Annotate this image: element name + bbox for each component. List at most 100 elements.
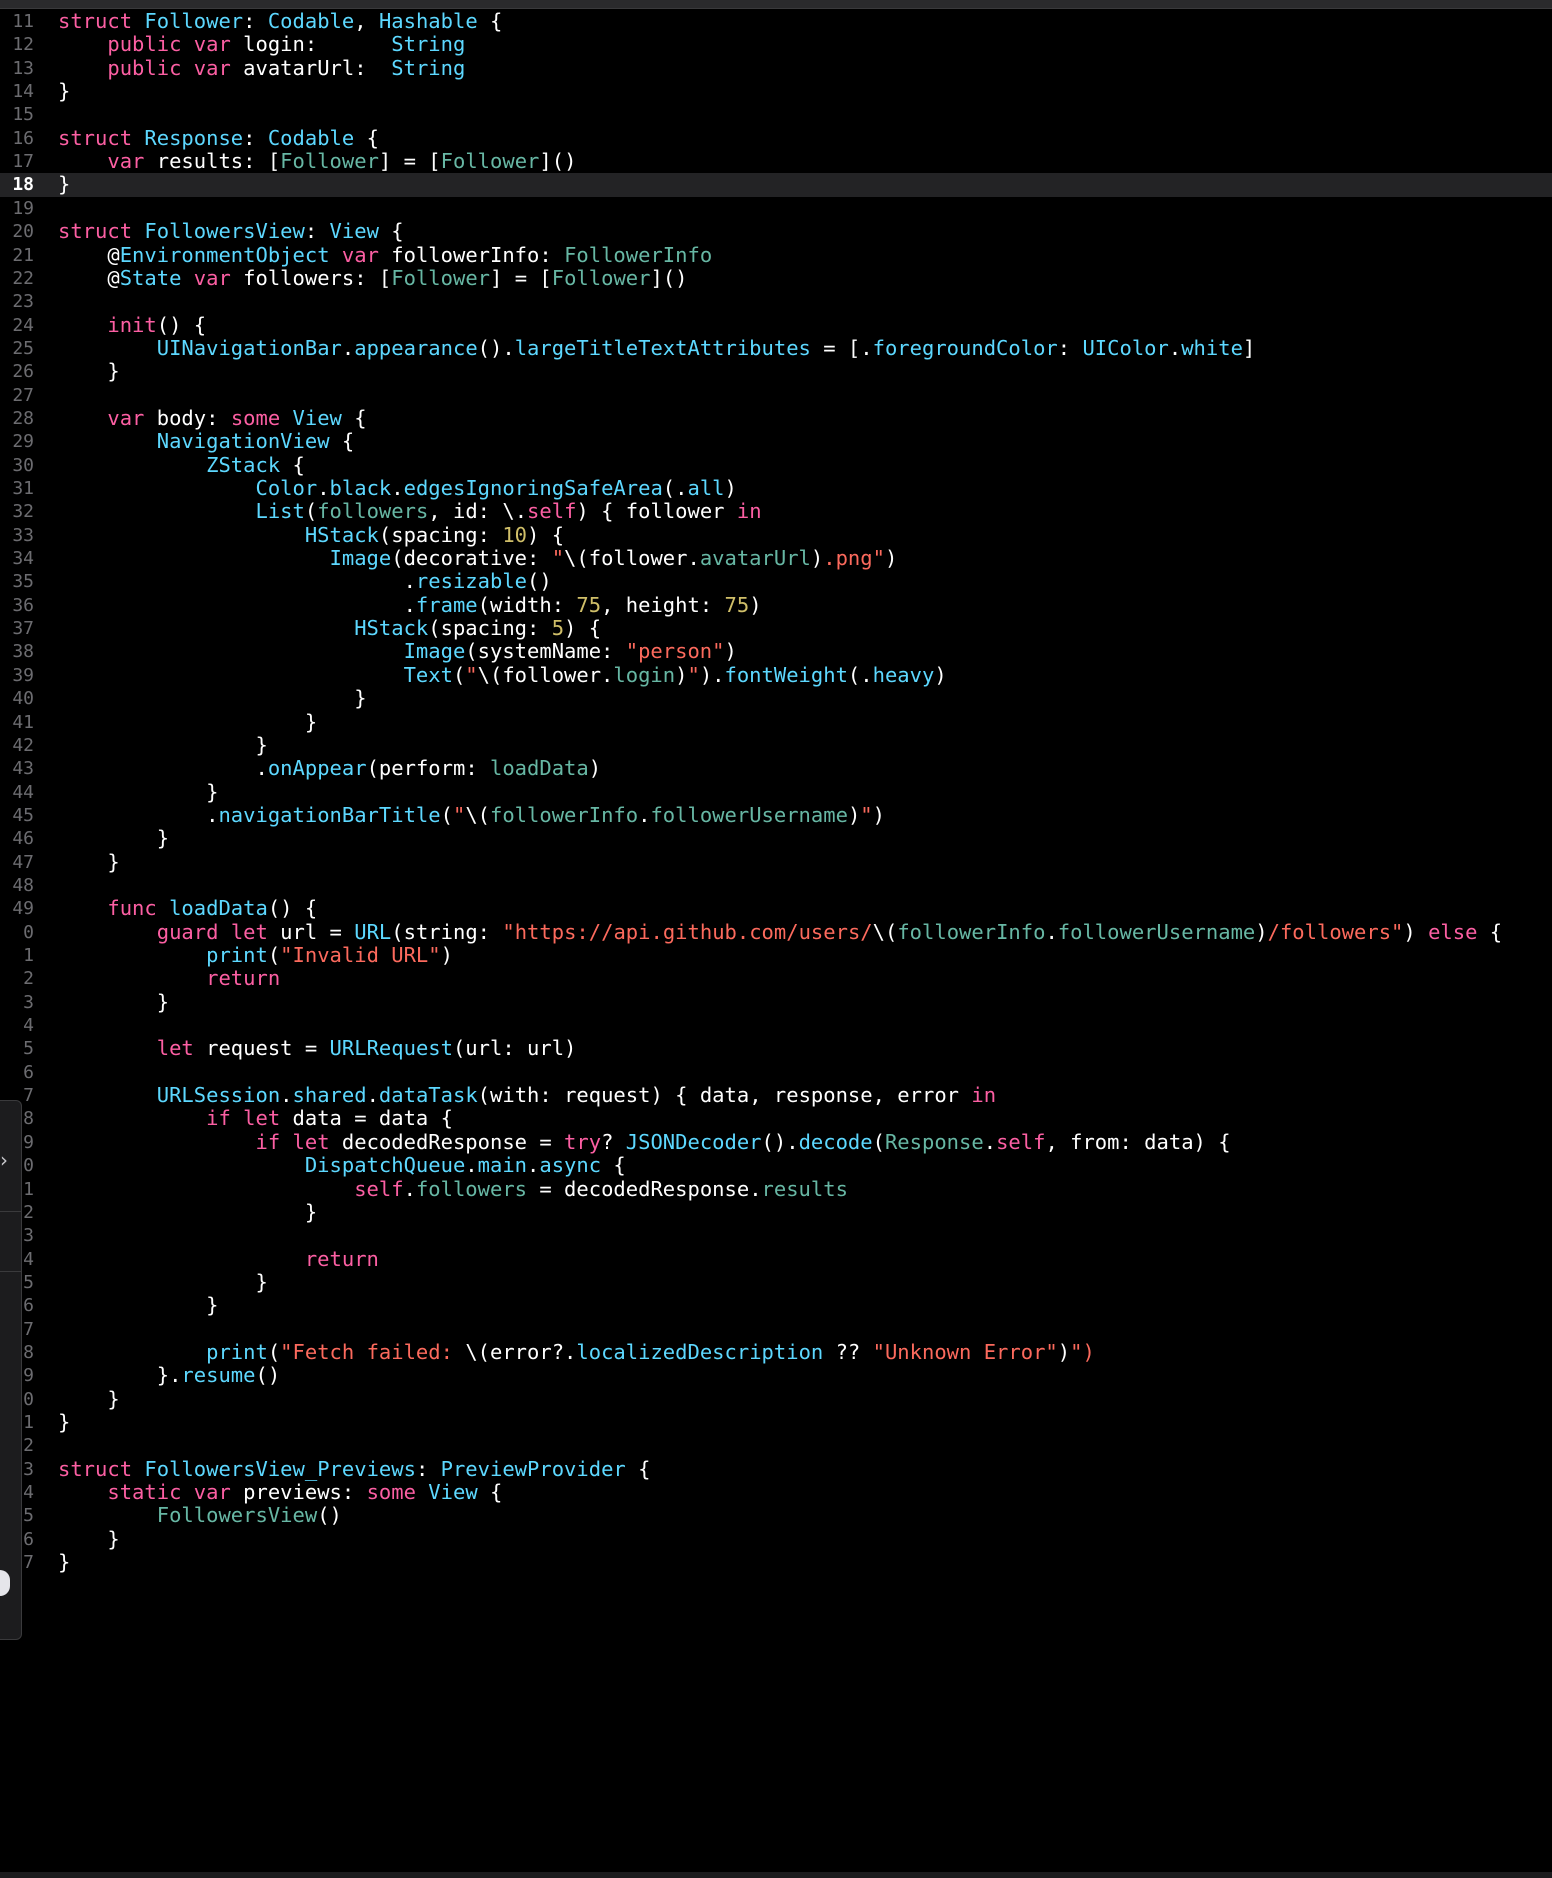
code-line[interactable]: 2 } (0, 1200, 1552, 1224)
code-line[interactable]: 9 if let decodedResponse = try? JSONDeco… (0, 1129, 1552, 1154)
code-line[interactable]: 6 } (0, 1294, 1552, 1317)
code-line[interactable]: 2 return (0, 967, 1552, 990)
code-text: } (58, 710, 317, 734)
code-line[interactable]: 42 } (0, 733, 1552, 757)
code-text: @EnvironmentObject var followerInfo: Fol… (58, 243, 712, 267)
code-line[interactable]: 25 UINavigationBar.appearance().largeTit… (0, 335, 1552, 360)
code-line[interactable]: 35 .resizable() (0, 570, 1552, 593)
code-line[interactable]: 4 (0, 1014, 1552, 1037)
code-line[interactable]: 14} (0, 79, 1552, 103)
code-line[interactable]: 27 (0, 384, 1552, 407)
code-line[interactable]: 8 print("Fetch failed: \(error?.localize… (0, 1339, 1552, 1364)
code-line[interactable]: 41 } (0, 710, 1552, 734)
code-token: data = data { (280, 1106, 453, 1131)
code-line[interactable]: 72 (0, 1434, 1552, 1457)
code-line[interactable]: 7 (0, 1318, 1552, 1341)
code-line[interactable]: 69 }.resume() (0, 1364, 1552, 1387)
code-line[interactable]: 70 } (0, 1387, 1552, 1411)
code-line[interactable]: 3 (0, 1224, 1552, 1247)
code-line[interactable]: 12 public var login: String (0, 33, 1552, 56)
code-line[interactable]: 37 HStack(spacing: 5) { (0, 616, 1552, 641)
code-line[interactable]: 21 @EnvironmentObject var followerInfo: … (0, 243, 1552, 267)
code-token: self (996, 1129, 1046, 1154)
code-token: ( (304, 499, 318, 524)
code-line[interactable]: 26 } (0, 360, 1552, 383)
code-token: else (1428, 919, 1478, 944)
code-token: ") (1070, 1339, 1095, 1364)
code-line[interactable]: 77} (0, 1550, 1552, 1575)
code-line[interactable]: 74 static var previews: some View { (0, 1480, 1552, 1504)
code-token: (url: url) (452, 1036, 577, 1061)
code-token: ( (267, 943, 281, 967)
code-line[interactable]: 36 .frame(width: 75, height: 75) (0, 593, 1552, 617)
code-line[interactable]: 34 Image(decorative: "\(follower.avatarU… (0, 546, 1552, 571)
line-number: 16 (12, 127, 34, 149)
chevron-right-icon[interactable]: › (0, 1150, 16, 1170)
code-editor[interactable]: 11 struct Follower: Codable, Hashable {12… (0, 9, 1552, 1878)
code-line[interactable]: 11 struct Follower: Codable, Hashable { (0, 9, 1552, 33)
code-line[interactable]: 75 FollowersView() (0, 1504, 1552, 1527)
code-line[interactable]: 4 return (0, 1247, 1552, 1271)
code-token: Follower (440, 149, 540, 174)
code-token: Image (329, 546, 392, 571)
code-line[interactable]: 43 .onAppear(perform: loadData) (0, 757, 1552, 780)
code-line[interactable]: 48 (0, 874, 1552, 897)
code-line[interactable]: 19 (0, 197, 1552, 220)
code-line[interactable]: 5 let request = URLRequest(url: url) (0, 1037, 1552, 1060)
code-line[interactable]: 1 self.followers = decodedResponse.resul… (0, 1177, 1552, 1201)
code-line[interactable]: 32 List(followers, id: \.self) { followe… (0, 500, 1552, 523)
code-token: let (292, 1129, 330, 1154)
navigator-collapse-handle[interactable] (0, 1100, 22, 1640)
code-token: (spacing: (428, 616, 552, 641)
code-token: , id: \. (428, 499, 528, 524)
code-line[interactable]: 46 } (0, 827, 1552, 850)
code-line[interactable]: 3 } (0, 990, 1552, 1014)
code-line[interactable]: 28 var body: some View { (0, 406, 1552, 430)
code-token: } (58, 1550, 71, 1575)
code-line[interactable]: 22 @State var followers: [Follower] = [F… (0, 266, 1552, 290)
code-line[interactable]: 1 print("Invalid URL") (0, 943, 1552, 967)
code-line[interactable]: 0 guard let url = URL(string: "https://a… (0, 919, 1552, 944)
code-line[interactable]: 47 } (0, 850, 1552, 874)
code-line[interactable]: 44 } (0, 780, 1552, 804)
code-token: ( (267, 1339, 281, 1364)
code-line[interactable]: 0 DispatchQueue.main.async { (0, 1153, 1552, 1178)
code-line[interactable]: 71} (0, 1410, 1552, 1434)
code-line[interactable]: 8 if let data = data { (0, 1107, 1552, 1130)
code-line[interactable]: 45 .navigationBarTitle("\(followerInfo.f… (0, 803, 1552, 827)
code-line[interactable]: 24 init() { (0, 313, 1552, 337)
code-line[interactable]: 15 (0, 103, 1552, 126)
code-token: . (341, 335, 355, 360)
code-line[interactable]: 39 Text("\(follower.login)").fontWeight(… (0, 662, 1552, 687)
code-token: . (527, 1153, 540, 1178)
code-line[interactable]: 38 Image(systemName: "person") (0, 640, 1552, 663)
code-line[interactable]: 7 URLSession.shared.dataTask(with: reque… (0, 1083, 1552, 1107)
code-token: 10 (502, 522, 528, 547)
line-number: 17 (12, 151, 34, 173)
code-line[interactable]: 73 struct FollowersView_Previews: Preview… (0, 1457, 1552, 1481)
code-line[interactable]: 6 (0, 1061, 1552, 1084)
code-token: ). (699, 662, 725, 687)
code-text: FollowersView() (58, 1504, 342, 1527)
code-line[interactable]: 17 var results: [Follower] = [Follower](… (0, 149, 1552, 174)
code-token: . (1045, 919, 1058, 944)
code-line[interactable]: 31 Color.black.edgesIgnoringSafeArea(.al… (0, 476, 1552, 500)
code-line[interactable]: 13 public var avatarUrl: String (0, 56, 1552, 80)
code-line[interactable]: 30 ZStack { (0, 453, 1552, 477)
code-line[interactable]: 5 } (0, 1270, 1552, 1294)
code-line[interactable]: 40 } (0, 686, 1552, 710)
code-line[interactable]: 16 struct Response: Codable { (0, 126, 1552, 150)
code-line[interactable]: 33 HStack(spacing: 10) { (0, 522, 1552, 547)
line-number: 15 (12, 104, 34, 126)
code-text: .frame(width: 75, height: 75) (58, 593, 762, 617)
code-line[interactable]: 76 } (0, 1527, 1552, 1551)
code-text: return (58, 967, 280, 990)
code-line[interactable]: 20 struct FollowersView: View { (0, 219, 1552, 243)
code-line[interactable]: 18} (0, 173, 1552, 197)
code-line[interactable]: 29 NavigationView { (0, 430, 1552, 453)
code-line[interactable]: 49 func loadData() { (0, 897, 1552, 920)
code-line[interactable]: 23 (0, 290, 1552, 313)
code-token: print (206, 943, 268, 967)
